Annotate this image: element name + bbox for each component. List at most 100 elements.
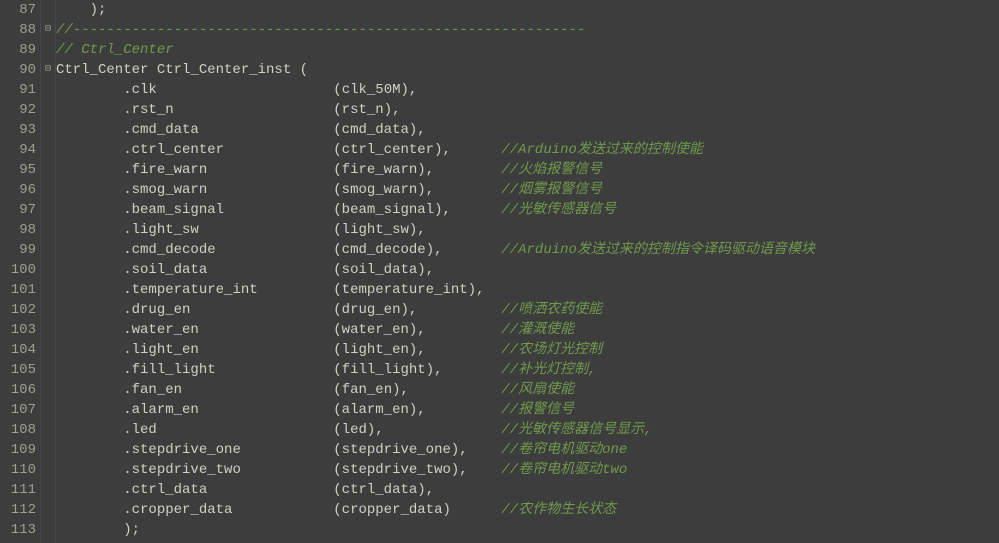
token-punct: ( — [216, 362, 342, 378]
token-punct: ), — [409, 122, 426, 138]
token-punct: ), — [451, 442, 501, 458]
code-area[interactable]: ); //------------------------------------… — [56, 0, 999, 543]
token-punct: . — [56, 502, 132, 518]
code-line[interactable]: .smog_warn (smog_warn), //烟雾报警信号 — [56, 180, 999, 200]
token-cmt: //烟雾报警信号 — [501, 182, 602, 198]
code-line[interactable]: .fire_warn (fire_warn), //火焰报警信号 — [56, 160, 999, 180]
line-number: 103 — [0, 320, 40, 340]
token-cmt: //光敏传感器信号 — [501, 202, 616, 218]
token-cmt: //卷帘电机驱动two — [501, 462, 627, 478]
code-line[interactable]: .alarm_en (alarm_en), //报警信号 — [56, 400, 999, 420]
code-line[interactable]: // Ctrl_Center — [56, 40, 999, 60]
code-line[interactable]: ); — [56, 0, 999, 20]
token-punct: ), — [384, 102, 401, 118]
code-line[interactable]: .drug_en (drug_en), //喷洒农药使能 — [56, 300, 999, 320]
token-punct: ) — [443, 502, 502, 518]
token-punct: ), — [434, 142, 501, 158]
fold-gutter: ⊟⊟ — [41, 0, 56, 543]
code-line[interactable]: .stepdrive_one (stepdrive_one), //卷帘电机驱动… — [56, 440, 999, 460]
token-cmt: //火焰报警信号 — [501, 162, 602, 178]
token-punct: ), — [401, 82, 418, 98]
token-sig: clk_50M — [342, 82, 401, 98]
token-punct: ( — [216, 242, 342, 258]
fold-marker — [41, 100, 55, 120]
code-line[interactable]: .light_sw (light_sw), — [56, 220, 999, 240]
fold-marker[interactable]: ⊟ — [41, 60, 55, 80]
token-punct: . — [56, 82, 132, 98]
token-punct: ( — [157, 422, 342, 438]
token-sig: stepdrive_one — [342, 442, 451, 458]
code-line[interactable]: .fan_en (fan_en), //风扇使能 — [56, 380, 999, 400]
token-sig: light_sw — [342, 222, 409, 238]
token-port: cropper_data — [132, 502, 233, 518]
token-punct: ( — [207, 262, 341, 278]
token-punct: . — [56, 382, 132, 398]
token-punct: ), — [417, 182, 501, 198]
token-cmt: //光敏传感器信号显示, — [501, 422, 652, 438]
fold-marker — [41, 260, 55, 280]
code-line[interactable]: .cmd_data (cmd_data), — [56, 120, 999, 140]
code-line[interactable]: .cropper_data (cropper_data) //农作物生长状态 — [56, 500, 999, 520]
code-line[interactable]: ); — [56, 520, 999, 540]
token-punct: ( — [207, 482, 341, 498]
token-port: light_sw — [132, 222, 199, 238]
fold-marker[interactable]: ⊟ — [41, 20, 55, 40]
token-punct: ); — [56, 2, 106, 18]
token-port: temperature_int — [132, 282, 258, 298]
token-sig: soil_data — [342, 262, 418, 278]
code-line[interactable]: .cmd_decode (cmd_decode), //Arduino发送过来的… — [56, 240, 999, 260]
code-line[interactable]: .light_en (light_en), //农场灯光控制 — [56, 340, 999, 360]
line-number: 99 — [0, 240, 40, 260]
line-number: 105 — [0, 360, 40, 380]
fold-marker — [41, 200, 55, 220]
code-line[interactable]: .soil_data (soil_data), — [56, 260, 999, 280]
line-number: 113 — [0, 520, 40, 540]
token-punct: ( — [232, 502, 341, 518]
code-line[interactable]: .stepdrive_two (stepdrive_two), //卷帘电机驱动… — [56, 460, 999, 480]
token-cmt: //报警信号 — [501, 402, 574, 418]
token-punct: . — [56, 462, 132, 478]
fold-marker — [41, 300, 55, 320]
code-line[interactable]: .temperature_int (temperature_int), — [56, 280, 999, 300]
code-line[interactable]: .water_en (water_en), //灌溉使能 — [56, 320, 999, 340]
token-port: fill_light — [132, 362, 216, 378]
token-sig: fill_light — [342, 362, 426, 378]
token-sig: stepdrive_two — [342, 462, 451, 478]
token-cmt: //补光灯控制, — [501, 362, 596, 378]
token-punct: . — [56, 282, 132, 298]
token-port: water_en — [132, 322, 199, 338]
token-punct: ); — [56, 522, 140, 538]
token-sig: drug_en — [342, 302, 401, 318]
token-punct: . — [56, 362, 132, 378]
token-sig: rst_n — [342, 102, 384, 118]
code-line[interactable]: .beam_signal (beam_signal), //光敏传感器信号 — [56, 200, 999, 220]
code-line[interactable]: .rst_n (rst_n), — [56, 100, 999, 120]
token-punct: . — [56, 102, 132, 118]
line-number: 93 — [0, 120, 40, 140]
code-line[interactable]: .ctrl_center (ctrl_center), //Arduino发送过… — [56, 140, 999, 160]
code-line[interactable]: //--------------------------------------… — [56, 20, 999, 40]
token-punct: ), — [451, 462, 501, 478]
token-punct: . — [56, 302, 132, 318]
token-punct: ( — [241, 462, 342, 478]
fold-marker — [41, 420, 55, 440]
code-line[interactable]: .fill_light (fill_light), //补光灯控制, — [56, 360, 999, 380]
code-line[interactable]: .clk (clk_50M), — [56, 80, 999, 100]
token-port: alarm_en — [132, 402, 199, 418]
token-port: cmd_data — [132, 122, 199, 138]
fold-marker — [41, 400, 55, 420]
token-punct: ), — [434, 202, 501, 218]
token-punct: ( — [199, 222, 342, 238]
code-line[interactable]: .ctrl_data (ctrl_data), — [56, 480, 999, 500]
fold-marker — [41, 360, 55, 380]
code-line[interactable]: .led (led), //光敏传感器信号显示, — [56, 420, 999, 440]
token-punct: ), — [409, 222, 426, 238]
token-punct: ( — [182, 382, 342, 398]
line-number: 104 — [0, 340, 40, 360]
token-punct: ( — [199, 402, 342, 418]
line-number: 90 — [0, 60, 40, 80]
token-port: drug_en — [132, 302, 191, 318]
token-punct: ), — [417, 482, 434, 498]
token-punct: . — [56, 322, 132, 338]
code-line[interactable]: Ctrl_Center Ctrl_Center_inst ( — [56, 60, 999, 80]
